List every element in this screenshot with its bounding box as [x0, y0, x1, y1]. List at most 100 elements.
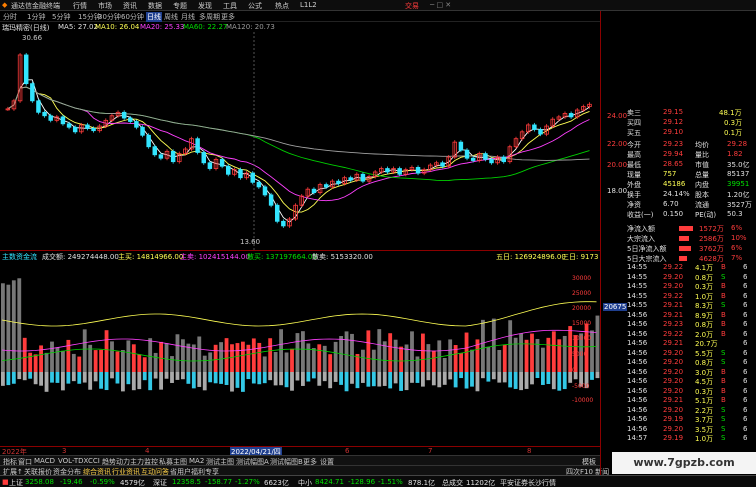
period-tab[interactable]: 分时 [3, 12, 17, 22]
candle-body[interactable] [360, 173, 366, 182]
tick-row[interactable]: 14:56 29.20 5.5万 S 6 [601, 349, 756, 359]
menu-item[interactable]: 公式 [248, 1, 262, 11]
candle-body[interactable] [483, 153, 488, 160]
candle-body[interactable] [85, 124, 90, 129]
tick-row[interactable]: 14:56 29.21 20.7万 6 [601, 339, 756, 349]
candle-body[interactable] [458, 141, 464, 151]
candle-body[interactable] [568, 113, 574, 118]
tab-vol[interactable]: VOL-TDX [58, 457, 88, 465]
tick-row[interactable]: 14:56 29.20 0.8万 S 6 [601, 358, 756, 368]
tick-row[interactable]: 14:55 29.20 0.8万 S 6 [601, 273, 756, 283]
tick-row[interactable]: 14:57 29.19 1.0万 S 6 [601, 434, 756, 444]
candle-body[interactable] [134, 121, 139, 128]
zx-name[interactable]: 中小 [298, 478, 312, 487]
candle-body[interactable] [66, 123, 72, 128]
tick-row[interactable]: 14:56 29.23 0.8万 B 6 [601, 320, 756, 330]
candle-body[interactable] [201, 152, 206, 164]
period-tab[interactable]: 周线 [164, 12, 178, 22]
candle-body[interactable] [30, 83, 35, 102]
candle-body[interactable] [348, 177, 353, 181]
menu-item[interactable]: 数据 [148, 1, 162, 11]
period-tab[interactable]: 60分钟 [121, 12, 144, 22]
menu-item[interactable]: 专题 [173, 1, 187, 11]
tick-volume: 0.8万 [695, 359, 714, 367]
candle-body[interactable] [207, 162, 213, 169]
tick-row[interactable]: 14:56 29.19 3.7万 S 6 [601, 415, 756, 425]
tick-row[interactable]: 14:56 29.20 3.0万 B 6 [601, 368, 756, 378]
tick-row[interactable]: 14:56 29.20 3.5万 S 6 [601, 425, 756, 435]
tick-row[interactable]: 14:56 29.21 5.1万 B 6 [601, 396, 756, 406]
tab-ma2[interactable]: MA2 [189, 457, 204, 465]
candle-body[interactable] [226, 165, 231, 175]
candle-body[interactable] [256, 181, 262, 188]
candle-body[interactable] [170, 150, 176, 163]
candle-body[interactable] [385, 168, 390, 173]
period-tab[interactable]: 更多 [221, 12, 235, 22]
candle-body[interactable] [238, 169, 243, 179]
candle-body[interactable] [311, 188, 317, 194]
candle-body[interactable] [281, 220, 286, 227]
tick-row[interactable]: 14:56 29.20 2.2万 S 6 [601, 406, 756, 416]
candle-body[interactable] [489, 158, 494, 164]
candle-body[interactable] [72, 126, 78, 133]
indicator-chart[interactable]: 30000 25000 20000 15000 10000 5000 0 -5000 -1000… [0, 260, 600, 446]
candle-body[interactable] [440, 162, 445, 167]
tick-row[interactable]: 14:55 29.22 1.0万 B 6 [601, 292, 756, 302]
candle-body[interactable] [36, 100, 41, 113]
candle-body[interactable] [250, 172, 255, 183]
kline-chart[interactable]: 30.66 13.60 [0, 32, 600, 250]
candle-body[interactable] [262, 186, 268, 196]
trade-button[interactable]: 交易 [405, 1, 419, 11]
sh-name[interactable]: 上证 [9, 478, 23, 487]
candle-body[interactable] [538, 129, 543, 135]
period-tab[interactable]: 1分钟 [27, 12, 45, 22]
menu-item[interactable]: 行情 [73, 1, 87, 11]
candle-body[interactable] [140, 126, 145, 136]
candle-body[interactable] [128, 117, 133, 122]
candle-body[interactable] [121, 111, 127, 119]
candle-body[interactable] [23, 54, 29, 85]
menu-item[interactable]: 市场 [98, 1, 112, 11]
candle-body[interactable] [415, 166, 421, 174]
menu-item[interactable]: 热点 [275, 1, 289, 11]
candle-body[interactable] [195, 138, 200, 153]
candle-body[interactable] [470, 157, 476, 161]
candle-body[interactable] [60, 116, 66, 125]
menu-item[interactable]: 工具 [223, 1, 237, 11]
menu-item[interactable]: 资讯 [123, 1, 137, 11]
period-tab[interactable]: 多周期 [199, 12, 220, 22]
tick-row[interactable]: 14:56 29.22 2.0万 B 6 [601, 330, 756, 340]
tick-row[interactable]: 14:56 29.21 8.9万 B 6 [601, 311, 756, 321]
candle-body[interactable] [274, 204, 280, 222]
tab-cci[interactable]: CCI [88, 457, 100, 465]
news-ticker[interactable]: 平安证券长沙行情 [500, 478, 556, 487]
candle-body[interactable] [397, 168, 402, 175]
candle-body[interactable] [152, 146, 158, 156]
candle-body[interactable] [323, 184, 329, 188]
candle-body[interactable] [42, 111, 47, 117]
sz-name[interactable]: 深证 [153, 478, 167, 487]
candle-body[interactable] [532, 124, 537, 130]
candle-body[interactable] [336, 180, 341, 184]
menu-item[interactable]: L1L2 [300, 1, 317, 9]
tab-macd[interactable]: MACD [34, 457, 55, 465]
candle-body[interactable] [268, 194, 274, 206]
tick-row[interactable]: 14:55 29.20 0.3万 B 6 [601, 282, 756, 292]
ask-level-row[interactable]: 买五 29.10 0.1万 [601, 128, 756, 138]
tick-row[interactable]: 14:55 29.22 4.1万 B 6 [601, 263, 756, 273]
tick-row[interactable]: 14:56 29.20 4.5万 B 6 [601, 377, 756, 387]
period-tab[interactable]: 5分钟 [52, 12, 70, 22]
candle-body[interactable] [219, 158, 225, 167]
menu-item[interactable]: 发现 [198, 1, 212, 11]
candle-body[interactable] [464, 149, 470, 159]
candle-body[interactable] [48, 115, 53, 121]
period-tab[interactable]: 月线 [181, 12, 195, 22]
candle-body[interactable] [158, 154, 164, 159]
candle-body[interactable] [501, 156, 506, 163]
candle-body[interactable] [91, 127, 96, 132]
period-tab-active[interactable]: 日线 [146, 12, 162, 22]
window-controls-icon[interactable]: ─ □ ✕ [430, 1, 451, 9]
candle-body[interactable] [146, 134, 151, 148]
tick-row[interactable]: 14:56 29.20 0.3万 B 6 [601, 387, 756, 397]
period-tab[interactable]: 30分钟 [98, 12, 121, 22]
